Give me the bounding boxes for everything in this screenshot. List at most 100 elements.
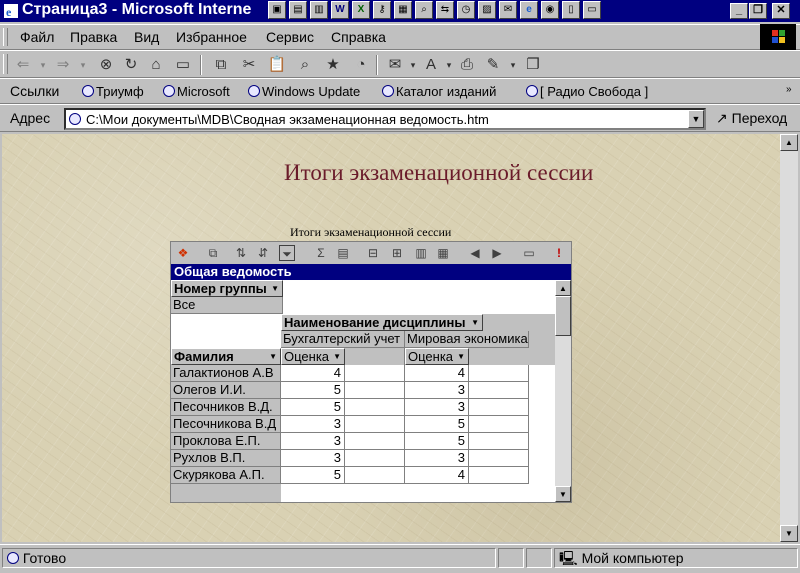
autofilter-icon[interactable]: ⏷: [279, 245, 295, 261]
edit-dropdown-icon[interactable]: ▾: [502, 55, 524, 75]
grade-cell[interactable]: 3: [281, 433, 345, 450]
quicklaunch-doc-icon[interactable]: ▤: [289, 1, 307, 19]
stop-icon[interactable]: ⊗: [95, 55, 117, 75]
close-button[interactable]: ✕: [772, 3, 790, 19]
column-field-button[interactable]: Наименование дисциплины ▼: [281, 314, 483, 331]
quicklaunch-folder-icon[interactable]: ▥: [310, 1, 328, 19]
measure-field-button[interactable]: Оценка ▼: [281, 348, 345, 365]
row-header[interactable]: Рухлов В.П.: [171, 450, 281, 467]
back-dropdown-icon[interactable]: ▾: [32, 55, 54, 75]
address-input[interactable]: C:\Мои документы\MDB\Сводная экзаменацио…: [64, 108, 706, 130]
subtotal-icon[interactable]: ▤: [335, 245, 351, 261]
subject-header[interactable]: Бухгалтерский учет: [281, 331, 405, 348]
grade-cell[interactable]: 3: [405, 450, 469, 467]
quicklaunch-search-icon[interactable]: ⌕: [415, 1, 433, 19]
quicklaunch-access-icon[interactable]: ▦: [394, 1, 412, 19]
menubar-grip[interactable]: [3, 28, 8, 46]
scroll-up-icon[interactable]: ▲: [555, 280, 571, 296]
link-radio-svoboda[interactable]: [ Радио Свобода ]: [526, 84, 648, 99]
move-left-icon[interactable]: ◀: [467, 245, 483, 261]
scroll-up-icon[interactable]: ▲: [780, 134, 798, 151]
grade-cell[interactable]: 4: [405, 467, 469, 484]
ie-app-icon[interactable]: e: [3, 3, 19, 19]
help-exclamation-icon[interactable]: !: [551, 245, 567, 261]
show-details-icon[interactable]: ▦: [435, 245, 451, 261]
scroll-down-icon[interactable]: ▼: [780, 525, 798, 542]
page-vertical-scrollbar[interactable]: ▲ ▼: [780, 134, 798, 542]
quicklaunch-mail-icon[interactable]: ✉: [499, 1, 517, 19]
grade-cell[interactable]: 5: [405, 433, 469, 450]
autosum-icon[interactable]: Σ: [313, 245, 329, 261]
row-header[interactable]: Проклова Е.П.: [171, 433, 281, 450]
copy-icon[interactable]: ⧉: [210, 55, 232, 75]
address-dropdown-icon[interactable]: ▼: [688, 110, 704, 128]
go-button[interactable]: ↗ Переход: [716, 110, 787, 127]
grade-cell[interactable]: 3: [405, 382, 469, 399]
copy-icon[interactable]: ⧉: [205, 245, 221, 261]
link-windows-update[interactable]: Windows Update: [248, 84, 360, 99]
quicklaunch-app-icon[interactable]: ▣: [268, 1, 286, 19]
favorites-icon[interactable]: ★: [322, 55, 344, 75]
history-icon[interactable]: ◔: [350, 55, 372, 75]
home-icon[interactable]: ⌂: [145, 55, 167, 75]
row-header[interactable]: Песочникова В.Д: [171, 416, 281, 433]
grade-cell[interactable]: 3: [281, 416, 345, 433]
row-header[interactable]: Скурякова А.П.: [171, 467, 281, 484]
back-arrow-icon[interactable]: ⇐: [12, 55, 34, 75]
link-catalog[interactable]: Каталог изданий: [382, 84, 496, 99]
grade-cell[interactable]: 4: [405, 365, 469, 382]
links-overflow-icon[interactable]: »: [786, 84, 792, 95]
menu-file[interactable]: Файл: [20, 29, 54, 45]
quicklaunch-outlook-icon[interactable]: ◉: [541, 1, 559, 19]
menu-edit[interactable]: Правка: [70, 29, 117, 45]
sort-descending-icon[interactable]: ⇵: [255, 245, 271, 261]
collapse-icon[interactable]: ⊟: [365, 245, 381, 261]
scroll-thumb[interactable]: [555, 296, 571, 336]
grade-cell[interactable]: 3: [405, 399, 469, 416]
quicklaunch-file-icon[interactable]: ▯: [562, 1, 580, 19]
filter-field-button[interactable]: Номер группы ▼: [171, 280, 283, 297]
menu-favorites[interactable]: Избранное: [176, 29, 247, 45]
forward-arrow-icon[interactable]: ⇒: [52, 55, 74, 75]
paste-icon[interactable]: 📋: [266, 55, 288, 75]
link-triumph[interactable]: Триумф: [82, 84, 144, 99]
quicklaunch-network-icon[interactable]: ⇆: [436, 1, 454, 19]
row-field-button[interactable]: Фамилия ▼: [171, 348, 281, 365]
row-header[interactable]: Олегов И.И.: [171, 382, 281, 399]
quicklaunch-key-icon[interactable]: ⚷: [373, 1, 391, 19]
office-logo-icon[interactable]: ❖: [175, 245, 191, 261]
search-icon[interactable]: ⌕: [294, 55, 316, 75]
field-list-icon[interactable]: ▭: [521, 245, 537, 261]
grade-cell[interactable]: 5: [281, 399, 345, 416]
pivot-vertical-scrollbar[interactable]: ▲ ▼: [555, 280, 571, 502]
restore-button[interactable]: ❐: [749, 3, 767, 19]
quicklaunch-copy-icon[interactable]: ▭: [583, 1, 601, 19]
expand-icon[interactable]: ⊞: [389, 245, 405, 261]
grade-cell[interactable]: 5: [281, 467, 345, 484]
minimize-button[interactable]: _: [730, 3, 748, 19]
cut-icon[interactable]: ✂: [238, 55, 260, 75]
move-right-icon[interactable]: ▶: [489, 245, 505, 261]
refresh-icon[interactable]: ↻: [120, 55, 142, 75]
scroll-down-icon[interactable]: ▼: [555, 486, 571, 502]
menu-tools[interactable]: Сервис: [266, 29, 314, 45]
sort-ascending-icon[interactable]: ⇅: [233, 245, 249, 261]
menu-view[interactable]: Вид: [134, 29, 159, 45]
quicklaunch-word-icon[interactable]: W: [331, 1, 349, 19]
row-header[interactable]: Галактионов А.В: [171, 365, 281, 382]
grade-cell[interactable]: 5: [405, 416, 469, 433]
quicklaunch-excel-icon[interactable]: X: [352, 1, 370, 19]
discuss-icon[interactable]: ❐: [522, 55, 544, 75]
row-header[interactable]: Песочников В.Д.: [171, 399, 281, 416]
link-microsoft[interactable]: Microsoft: [163, 84, 230, 99]
measure-field-button[interactable]: Оценка ▼: [405, 348, 469, 365]
quicklaunch-chart-icon[interactable]: ▨: [478, 1, 496, 19]
grade-cell[interactable]: 5: [281, 382, 345, 399]
edit-icon[interactable]: ✎: [482, 55, 504, 75]
menu-help[interactable]: Справка: [331, 29, 386, 45]
print-icon[interactable]: ⎙: [456, 55, 478, 75]
grade-cell[interactable]: 3: [281, 450, 345, 467]
quicklaunch-clock-icon[interactable]: ◷: [457, 1, 475, 19]
hide-details-icon[interactable]: ▥: [413, 245, 429, 261]
forward-dropdown-icon[interactable]: ▾: [72, 55, 94, 75]
